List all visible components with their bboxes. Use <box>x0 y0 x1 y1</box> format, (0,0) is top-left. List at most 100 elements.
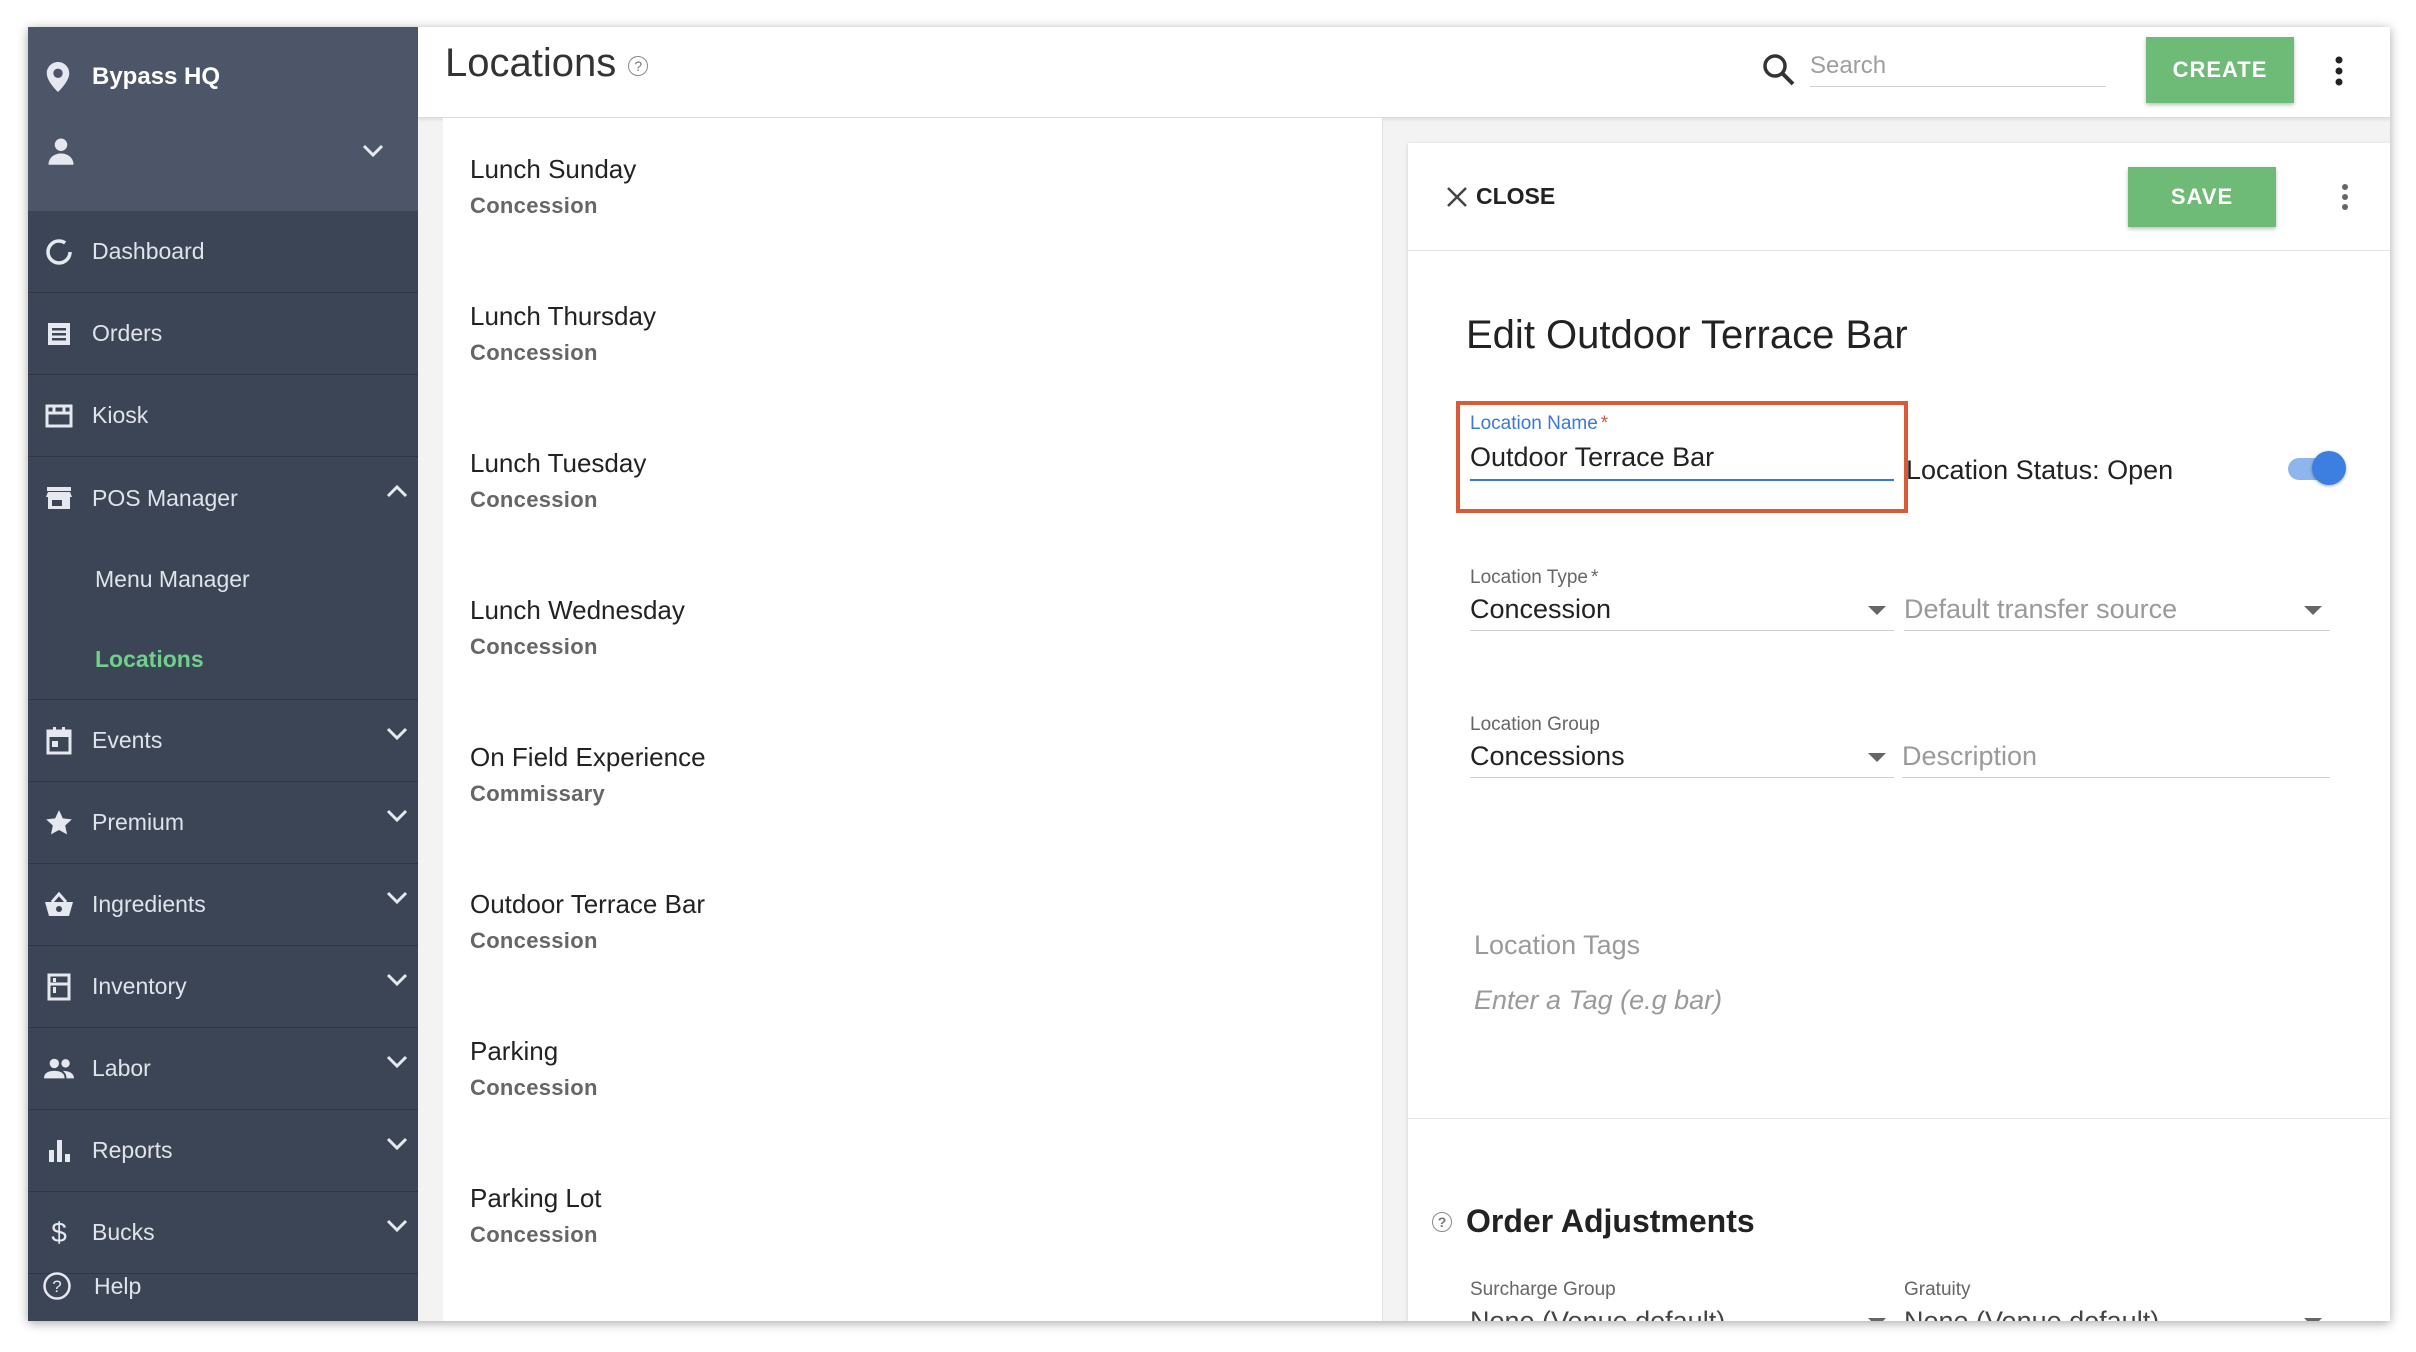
field-label-text: Location Type <box>1470 567 1588 588</box>
dropdown-caret-icon <box>1868 753 1886 762</box>
search-icon[interactable] <box>1762 53 1796 87</box>
chevron-down-icon <box>386 1137 408 1151</box>
select-placeholder: Default transfer source <box>1904 594 2178 624</box>
top-header: Locations ? CREATE <box>418 27 2390 118</box>
location-type: Concession <box>470 193 598 218</box>
sidebar-item-events[interactable]: Events <box>28 700 418 782</box>
location-group-select[interactable]: Concessions <box>1470 736 1894 778</box>
chevron-down-icon <box>386 1055 408 1069</box>
star-icon <box>44 808 74 838</box>
list-item[interactable]: Lunch Sunday Concession <box>443 118 1382 265</box>
venue-name: Bypass HQ <box>92 63 221 90</box>
people-icon <box>44 1054 74 1084</box>
location-type-select[interactable]: Concession <box>1470 589 1894 631</box>
location-type-field[interactable]: Location Type * Concession <box>1470 567 1894 631</box>
required-marker: * <box>1600 413 1609 434</box>
description-field[interactable]: Description <box>1902 736 2330 778</box>
chevron-down-icon <box>386 891 408 905</box>
transfer-source-field[interactable]: Default transfer source <box>1904 589 2330 631</box>
sidebar-item-reports[interactable]: Reports <box>28 1110 418 1192</box>
sidebar-item-premium[interactable]: Premium <box>28 782 418 864</box>
required-marker: * <box>1590 567 1599 588</box>
location-tags-label: Location Tags <box>1474 930 1641 960</box>
venue-selector[interactable]: Bypass HQ <box>46 57 220 97</box>
gratuity-select[interactable]: None (Venue default) <box>1904 1301 2330 1321</box>
location-tags-input[interactable]: Enter a Tag (e.g bar) <box>1474 985 1722 1016</box>
chevron-down-icon <box>386 809 408 823</box>
description-input[interactable]: Description <box>1902 736 2330 778</box>
field-label: Surcharge Group <box>1470 1279 1616 1300</box>
order-adjustments-title: Order Adjustments <box>1466 1203 1755 1239</box>
field-label: Gratuity <box>1904 1279 1971 1300</box>
location-name: Parking <box>470 1036 559 1066</box>
sidebar-item-ingredients[interactable]: Ingredients <box>28 864 418 946</box>
list-item[interactable]: On Field Experience Commissary <box>443 706 1382 853</box>
location-name: Lunch Wednesday <box>470 595 685 625</box>
sidebar-item-pos-manager[interactable]: POS Manager <box>28 457 418 539</box>
bar-chart-icon <box>44 1136 74 1166</box>
close-button[interactable]: CLOSE <box>1446 183 1555 210</box>
create-button[interactable]: CREATE <box>2146 37 2294 103</box>
dropdown-caret-icon <box>1868 606 1886 615</box>
location-name: Outdoor Terrace Bar <box>470 889 706 919</box>
list-item[interactable]: Outdoor Terrace Bar Concession <box>443 853 1382 1000</box>
location-name-field[interactable]: Location Name * Outdoor Terrace Bar <box>1470 413 1894 481</box>
location-name: Lunch Sunday <box>470 154 637 184</box>
sidebar-item-kiosk[interactable]: Kiosk <box>28 375 418 457</box>
sidebar-item-inventory[interactable]: Inventory <box>28 946 418 1028</box>
sidebar-item-dashboard[interactable]: Dashboard <box>28 211 418 293</box>
list-item[interactable]: Lunch Thursday Concession <box>443 265 1382 412</box>
sidebar-item-labor[interactable]: Labor <box>28 1028 418 1110</box>
chevron-down-icon <box>386 727 408 741</box>
location-group-field[interactable]: Location Group Concessions <box>1470 714 1894 778</box>
page-title: Locations ? <box>445 41 649 86</box>
list-item[interactable]: Parking Concession <box>443 1000 1382 1147</box>
help-icon[interactable]: ? <box>1432 1211 1452 1232</box>
location-status-toggle[interactable] <box>2288 449 2346 485</box>
surcharge-group-field[interactable]: Surcharge Group None (Venue default) <box>1470 1279 1894 1321</box>
help-link[interactable]: ? Help <box>42 1269 141 1303</box>
list-item[interactable]: Lunch Tuesday Concession <box>443 412 1382 559</box>
close-label: CLOSE <box>1476 183 1556 209</box>
sidebar-item-label: Kiosk <box>92 402 149 428</box>
more-vert-icon[interactable] <box>2330 177 2360 217</box>
sidebar-item-label: Inventory <box>92 973 187 999</box>
close-icon <box>1447 186 1467 207</box>
help-circle-icon: ? <box>43 1272 71 1300</box>
sidebar-item-label: Dashboard <box>92 238 205 264</box>
dropdown-caret-icon <box>2304 1318 2322 1321</box>
sidebar-item-bucks[interactable]: $ Bucks <box>28 1192 418 1274</box>
help-label: Help <box>94 1272 142 1299</box>
surcharge-group-select[interactable]: None (Venue default) <box>1470 1301 1894 1321</box>
sidebar-item-label: Events <box>92 727 163 753</box>
sidebar-subitem-menu-manager[interactable]: Menu Manager <box>28 539 418 619</box>
more-vert-icon[interactable] <box>2324 51 2354 91</box>
save-button[interactable]: SAVE <box>2128 167 2276 227</box>
list-item[interactable]: Lunch Wednesday Concession <box>443 559 1382 706</box>
search-input[interactable] <box>1810 45 2106 87</box>
order-adjustments-heading: ? Order Adjustments <box>1432 1203 1755 1240</box>
app-window: Bypass HQ Dashboard Orders Kiosk POS Man… <box>28 27 2390 1321</box>
select-value: Concession <box>1470 594 1612 624</box>
sidebar-item-label: Reports <box>92 1137 173 1163</box>
location-type: Concession <box>470 1222 598 1247</box>
sidebar-item-orders[interactable]: Orders <box>28 293 418 375</box>
transfer-source-select[interactable]: Default transfer source <box>1904 589 2330 631</box>
svg-text:?: ? <box>52 1277 61 1296</box>
inventory-icon <box>44 972 74 1002</box>
field-label-text: Location Name <box>1470 413 1598 434</box>
location-type: Commissary <box>470 781 606 806</box>
sidebar-item-label: POS Manager <box>92 484 238 511</box>
sidebar-item-label: Premium <box>92 809 185 835</box>
list-item[interactable]: Parking Lot Concession <box>443 1147 1382 1294</box>
location-name: Parking Lot <box>470 1183 602 1213</box>
help-icon[interactable]: ? <box>628 55 649 76</box>
gratuity-field[interactable]: Gratuity None (Venue default) <box>1904 1279 2330 1321</box>
location-type: Concession <box>470 487 598 512</box>
user-menu[interactable] <box>46 131 406 171</box>
location-name-input[interactable]: Outdoor Terrace Bar <box>1470 435 1894 481</box>
sidebar-item-label: Orders <box>92 320 163 346</box>
sidebar-subitem-locations[interactable]: Locations <box>28 619 418 699</box>
calendar-icon <box>44 726 74 756</box>
kiosk-icon <box>44 401 74 431</box>
